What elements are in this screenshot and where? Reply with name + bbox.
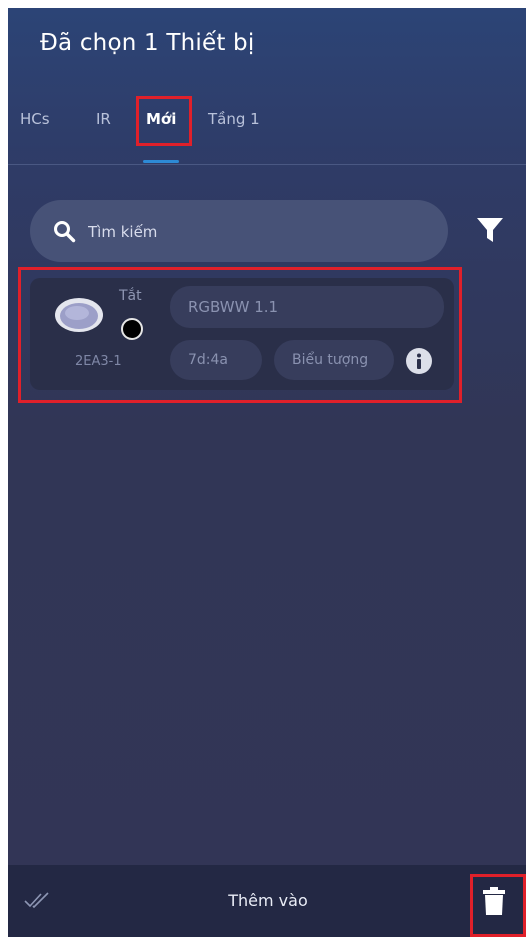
info-icon[interactable]	[406, 348, 432, 374]
search-input[interactable]	[86, 214, 430, 250]
bottom-action-bar: Thêm vào	[8, 865, 526, 937]
search-bar[interactable]	[30, 200, 448, 262]
filter-icon[interactable]	[476, 216, 504, 244]
status-indicator	[121, 318, 143, 340]
add-button[interactable]: Thêm vào	[188, 883, 348, 919]
double-check-icon[interactable]	[24, 891, 50, 911]
trash-icon[interactable]	[483, 887, 505, 915]
device-id: 2EA3-1	[75, 354, 122, 369]
device-card[interactable]: Tắt 2EA3-1 RGBWW 1.1 7d:4a Biểu tượng	[30, 278, 454, 390]
ceiling-light-icon	[55, 298, 103, 332]
active-tab-indicator	[143, 160, 179, 163]
device-mac-field: 7d:4a	[170, 340, 262, 380]
search-icon	[54, 221, 76, 243]
page-title: Đã chọn 1 Thiết bị	[40, 30, 255, 56]
tab-tang-1[interactable]: Tầng 1	[208, 102, 260, 136]
device-name-field[interactable]: RGBWW 1.1	[170, 286, 444, 328]
app-screen: Đã chọn 1 Thiết bị HCs IR Mới Tầng 1 Tắt…	[8, 8, 526, 937]
device-status: Tắt	[119, 288, 142, 304]
tab-hcs[interactable]: HCs	[20, 102, 50, 136]
tabs-divider	[8, 164, 526, 165]
tab-bar: HCs IR Mới Tầng 1	[8, 102, 526, 163]
tab-ir[interactable]: IR	[96, 102, 111, 136]
tab-moi[interactable]: Mới	[146, 102, 176, 136]
device-icon-button[interactable]: Biểu tượng	[274, 340, 394, 380]
